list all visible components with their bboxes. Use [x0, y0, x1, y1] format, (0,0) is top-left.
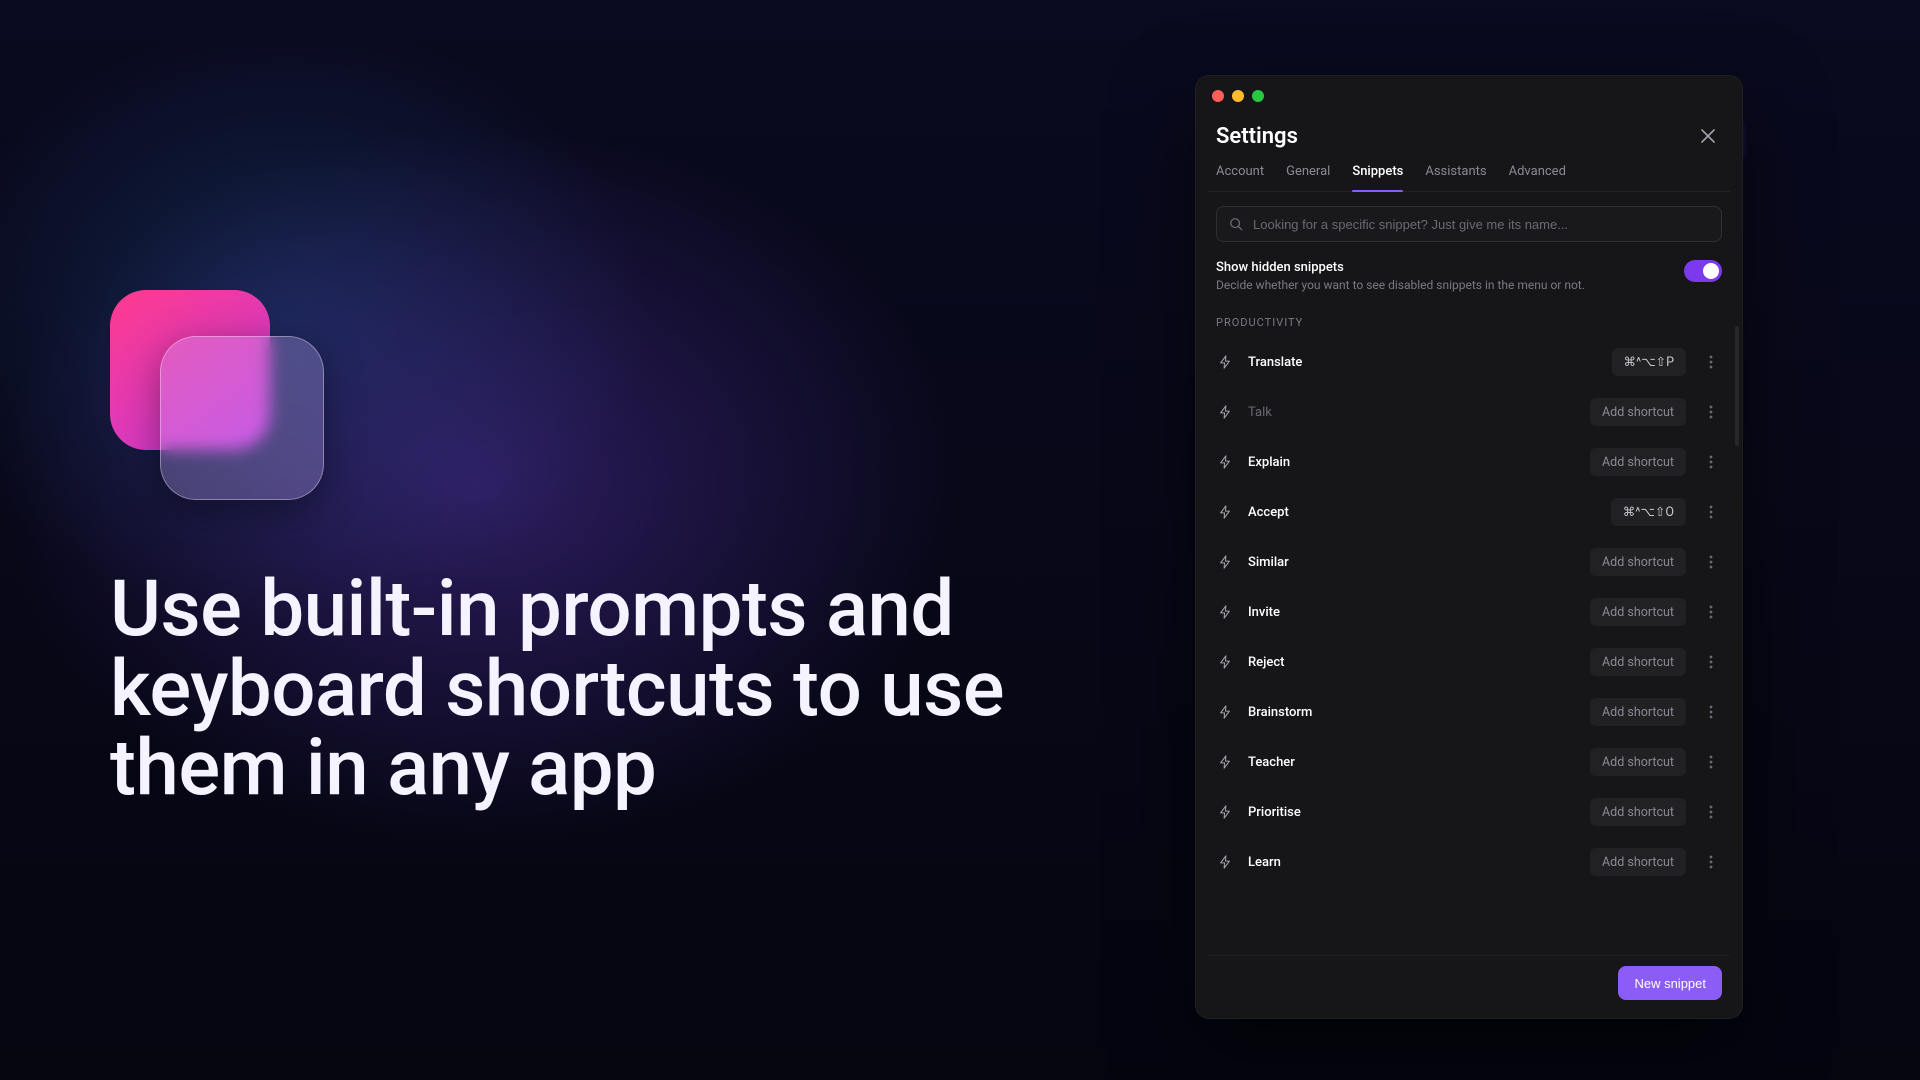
- bolt-icon: [1216, 803, 1234, 821]
- snippet-row: Accept ⌘^⌥⇧O: [1216, 487, 1722, 537]
- add-shortcut-button[interactable]: Add shortcut: [1590, 448, 1686, 476]
- snippet-name: Explain: [1248, 455, 1576, 470]
- snippet-name: Brainstorm: [1248, 705, 1576, 720]
- shortcut-badge[interactable]: ⌘^⌥⇧O: [1611, 498, 1686, 526]
- more-menu-button[interactable]: [1700, 348, 1722, 376]
- close-button[interactable]: [1694, 122, 1722, 150]
- more-menu-button[interactable]: [1700, 698, 1722, 726]
- tab-general[interactable]: General: [1286, 164, 1330, 191]
- snippet-row: Brainstorm Add shortcut: [1216, 687, 1722, 737]
- snippet-name: Translate: [1248, 355, 1598, 370]
- close-window-icon[interactable]: [1212, 90, 1224, 102]
- more-menu-button[interactable]: [1700, 848, 1722, 876]
- settings-tabs: Account General Snippets Assistants Advanced: [1208, 164, 1730, 192]
- search-field[interactable]: [1216, 206, 1722, 242]
- bolt-icon: [1216, 653, 1234, 671]
- search-input[interactable]: [1253, 217, 1709, 232]
- bolt-icon: [1216, 503, 1234, 521]
- snippet-name: Teacher: [1248, 755, 1576, 770]
- page-title: Settings: [1216, 124, 1298, 149]
- snippet-name: Learn: [1248, 855, 1576, 870]
- snippet-row: Similar Add shortcut: [1216, 537, 1722, 587]
- bolt-icon: [1216, 553, 1234, 571]
- bolt-icon: [1216, 353, 1234, 371]
- more-menu-button[interactable]: [1700, 498, 1722, 526]
- snippet-name: Invite: [1248, 605, 1576, 620]
- more-menu-button[interactable]: [1700, 648, 1722, 676]
- add-shortcut-button[interactable]: Add shortcut: [1590, 398, 1686, 426]
- bolt-icon: [1216, 703, 1234, 721]
- snippet-row: Learn Add shortcut: [1216, 837, 1722, 887]
- more-menu-button[interactable]: [1700, 598, 1722, 626]
- snippet-name: Prioritise: [1248, 805, 1576, 820]
- more-menu-button[interactable]: [1700, 748, 1722, 776]
- marketing-headline: Use built-in prompts and keyboard shortc…: [110, 570, 1070, 809]
- snippet-name: Similar: [1248, 555, 1576, 570]
- add-shortcut-button[interactable]: Add shortcut: [1590, 798, 1686, 826]
- tab-advanced[interactable]: Advanced: [1509, 164, 1566, 191]
- add-shortcut-button[interactable]: Add shortcut: [1590, 848, 1686, 876]
- search-icon: [1229, 217, 1243, 231]
- snippet-row: Talk Add shortcut: [1216, 387, 1722, 437]
- toggle-title: Show hidden snippets: [1216, 260, 1585, 275]
- snippet-name: Accept: [1248, 505, 1597, 520]
- more-menu-button[interactable]: [1700, 398, 1722, 426]
- snippet-row: Teacher Add shortcut: [1216, 737, 1722, 787]
- more-menu-button[interactable]: [1700, 548, 1722, 576]
- toggle-desc: Decide whether you want to see disabled …: [1216, 278, 1585, 292]
- snippet-row: Prioritise Add shortcut: [1216, 787, 1722, 837]
- add-shortcut-button[interactable]: Add shortcut: [1590, 548, 1686, 576]
- scrollbar[interactable]: [1735, 326, 1739, 446]
- tab-account[interactable]: Account: [1216, 164, 1264, 191]
- settings-window: Settings Account General Snippets Assistant…: [1195, 75, 1743, 1019]
- window-controls[interactable]: [1212, 90, 1264, 102]
- snippet-name: Reject: [1248, 655, 1576, 670]
- add-shortcut-button[interactable]: Add shortcut: [1590, 598, 1686, 626]
- add-shortcut-button[interactable]: Add shortcut: [1590, 748, 1686, 776]
- bolt-icon: [1216, 453, 1234, 471]
- close-icon: [1701, 129, 1715, 143]
- snippet-row: Explain Add shortcut: [1216, 437, 1722, 487]
- snippet-name: Talk: [1248, 405, 1576, 420]
- bolt-icon: [1216, 753, 1234, 771]
- bolt-icon: [1216, 853, 1234, 871]
- maximize-window-icon[interactable]: [1252, 90, 1264, 102]
- snippet-row: Invite Add shortcut: [1216, 587, 1722, 637]
- tab-assistants[interactable]: Assistants: [1425, 164, 1486, 191]
- new-snippet-button[interactable]: New snippet: [1618, 966, 1722, 1000]
- add-shortcut-button[interactable]: Add shortcut: [1590, 648, 1686, 676]
- tab-snippets[interactable]: Snippets: [1352, 164, 1403, 191]
- minimize-window-icon[interactable]: [1232, 90, 1244, 102]
- add-shortcut-button[interactable]: Add shortcut: [1590, 698, 1686, 726]
- snippet-list: Translate ⌘^⌥⇧P Talk Add shortcut Explain Add…: [1216, 337, 1722, 887]
- marketing-icon: [110, 290, 330, 510]
- section-label: PRODUCTIVITY: [1216, 316, 1722, 329]
- shortcut-badge[interactable]: ⌘^⌥⇧P: [1612, 348, 1687, 376]
- show-hidden-toggle[interactable]: [1684, 260, 1722, 282]
- snippet-row: Translate ⌘^⌥⇧P: [1216, 337, 1722, 387]
- bolt-icon: [1216, 603, 1234, 621]
- bolt-icon: [1216, 403, 1234, 421]
- snippet-row: Reject Add shortcut: [1216, 637, 1722, 687]
- more-menu-button[interactable]: [1700, 798, 1722, 826]
- more-menu-button[interactable]: [1700, 448, 1722, 476]
